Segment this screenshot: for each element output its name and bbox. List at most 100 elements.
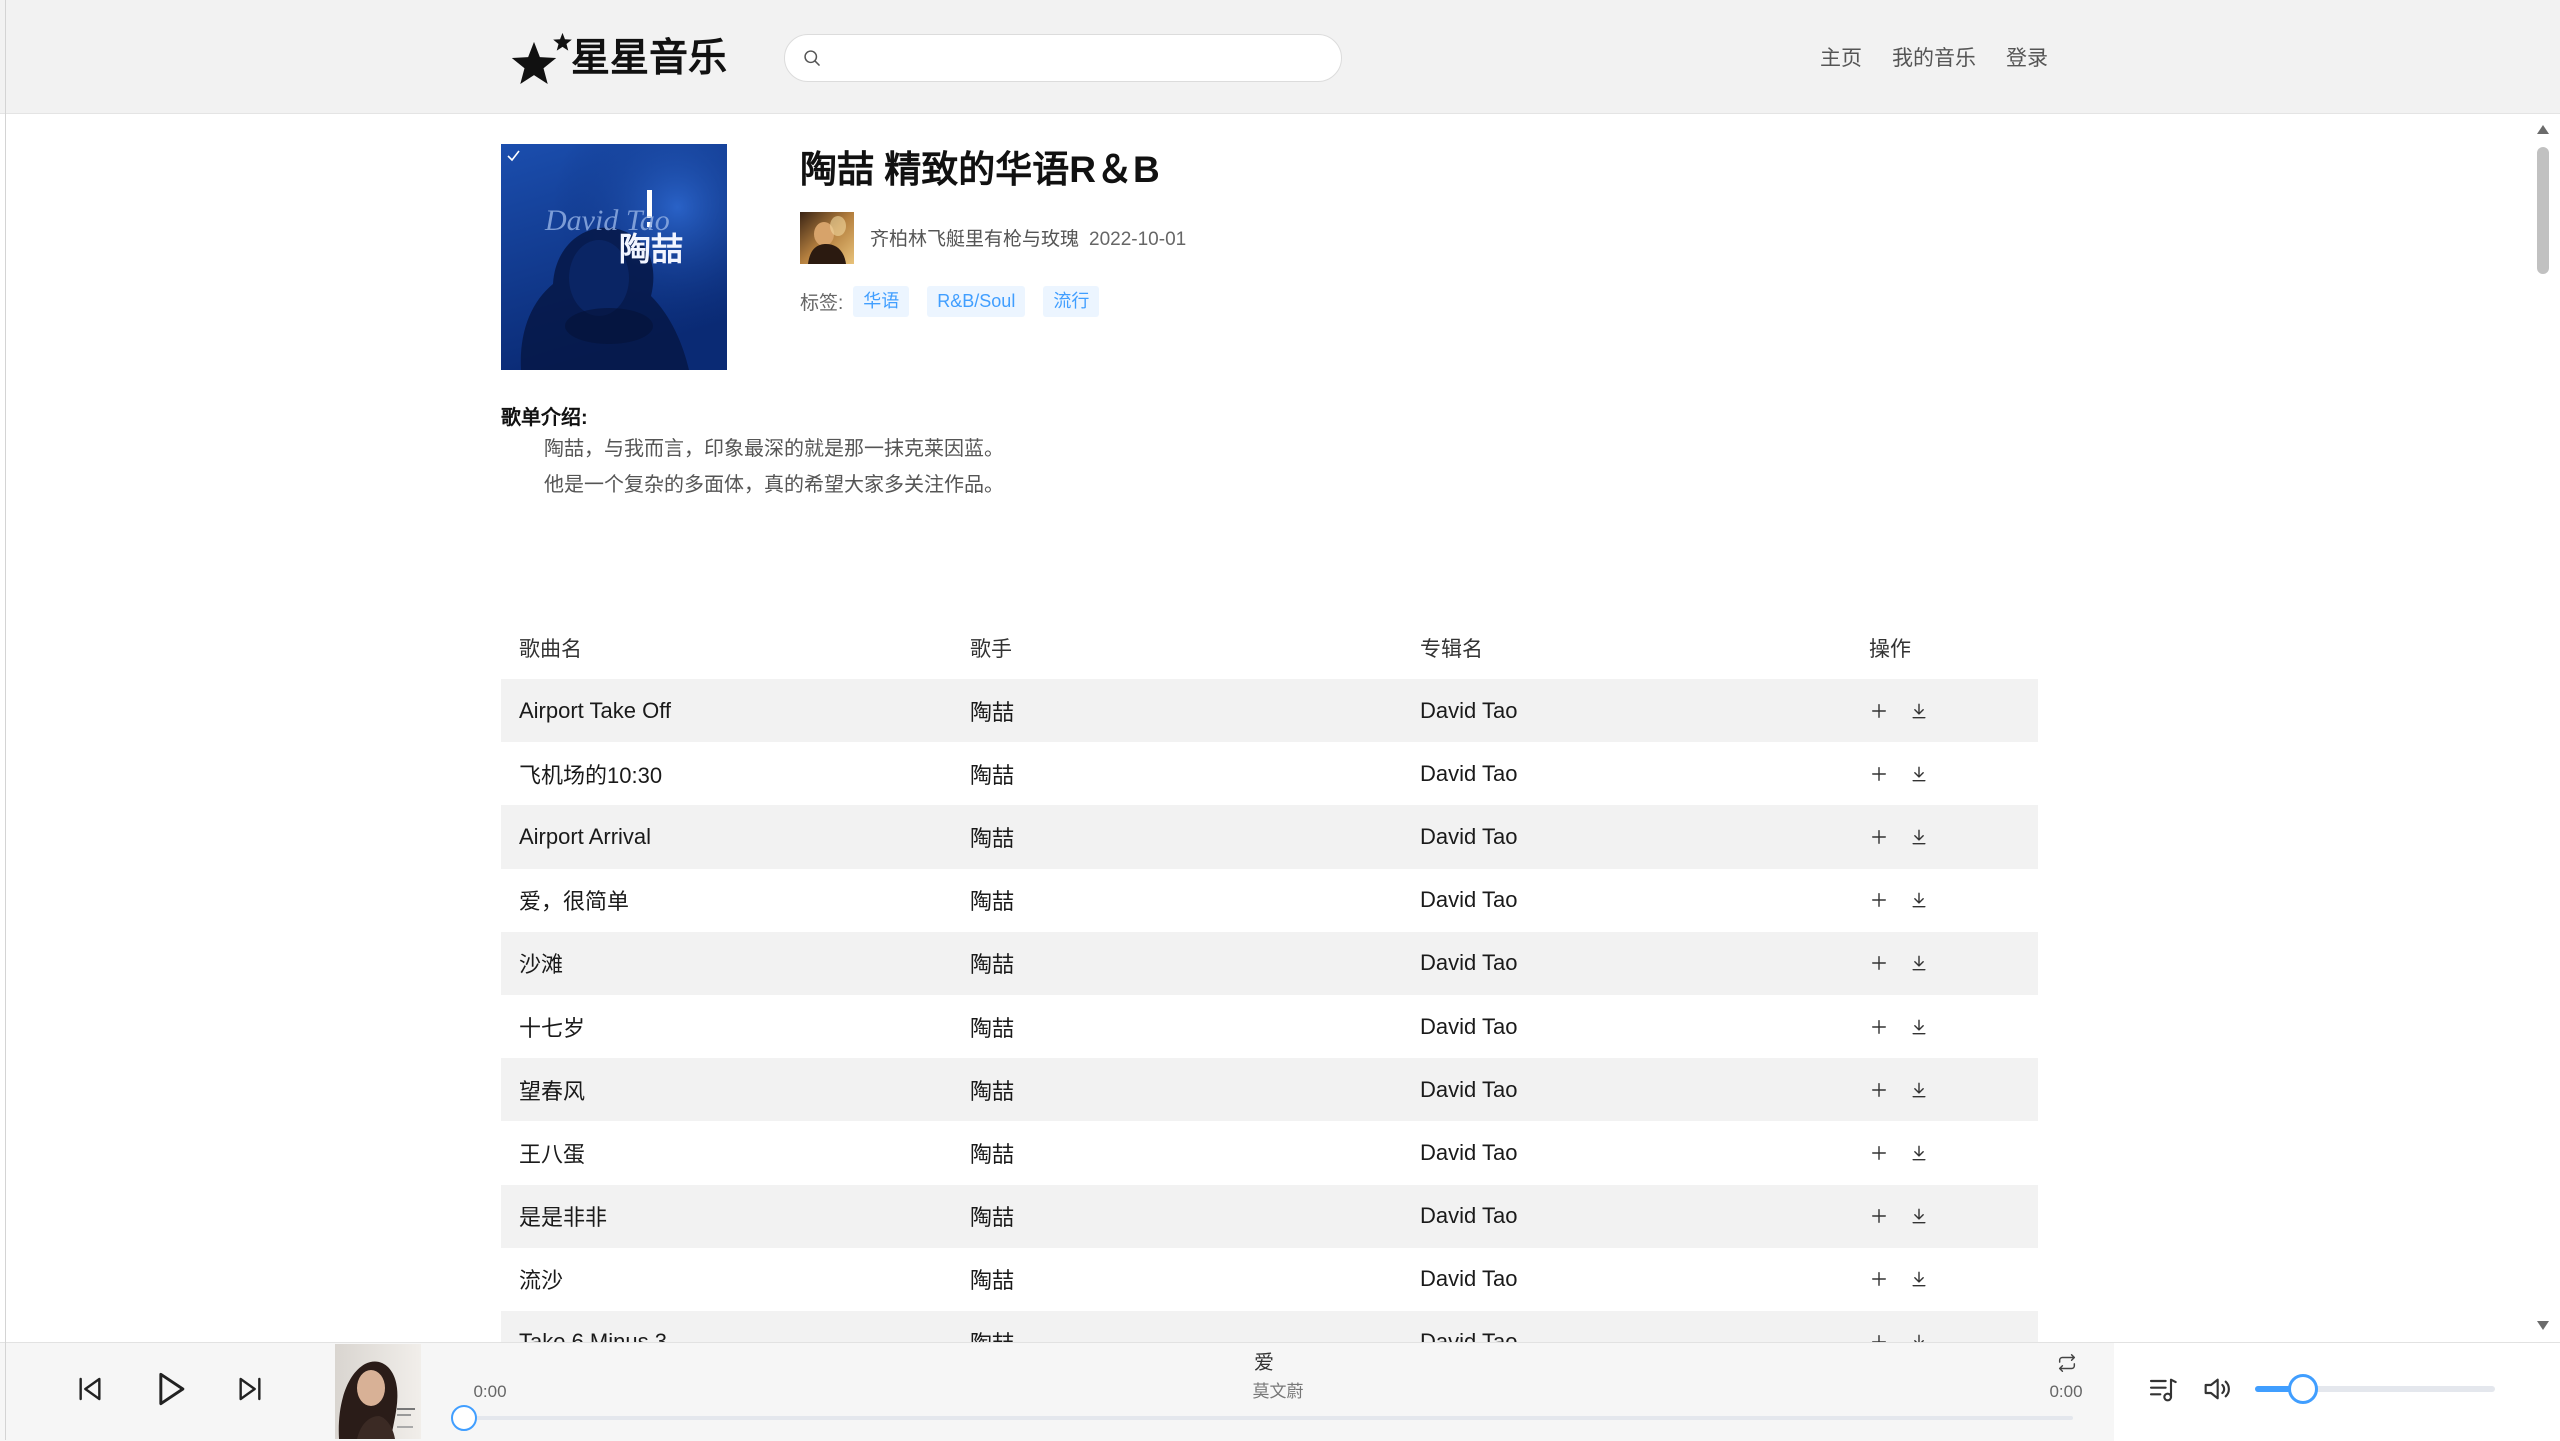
- previous-track-icon[interactable]: [74, 1373, 106, 1405]
- song-artist[interactable]: 陶喆: [952, 1074, 1402, 1106]
- column-header-album: 专辑名: [1420, 638, 1483, 661]
- add-icon[interactable]: [1869, 1206, 1889, 1226]
- song-name[interactable]: Airport Arrival: [501, 824, 952, 850]
- scrollbar-thumb[interactable]: [2537, 147, 2549, 274]
- add-icon[interactable]: [1869, 1143, 1889, 1163]
- song-name[interactable]: Take 6 Minus 3: [501, 1329, 952, 1342]
- song-artist[interactable]: 陶喆: [952, 695, 1402, 727]
- song-album[interactable]: David Tao: [1402, 1203, 1851, 1229]
- song-album[interactable]: David Tao: [1402, 824, 1851, 850]
- volume-slider[interactable]: [2255, 1374, 2495, 1404]
- song-artist[interactable]: 陶喆: [952, 1137, 1402, 1169]
- scroll-up-arrow[interactable]: [2537, 125, 2549, 134]
- song-album[interactable]: David Tao: [1402, 887, 1851, 913]
- song-artist[interactable]: 陶喆: [952, 1326, 1402, 1342]
- song-row[interactable]: Take 6 Minus 3陶喆David Tao: [501, 1310, 2038, 1342]
- nav-item-home[interactable]: 主页: [1820, 45, 1862, 73]
- volume-handle[interactable]: [2288, 1374, 2318, 1404]
- song-actions: [1851, 701, 2038, 721]
- nav-item-login[interactable]: 登录: [2006, 45, 2048, 73]
- add-icon[interactable]: [1869, 1269, 1889, 1289]
- song-row[interactable]: Airport Arrival 陶喆 David Tao: [501, 805, 2038, 869]
- add-icon[interactable]: [1869, 953, 1889, 973]
- song-name[interactable]: 王八蛋: [501, 1137, 952, 1169]
- search-icon[interactable]: [802, 48, 823, 69]
- add-icon[interactable]: [1869, 1080, 1889, 1100]
- scroll-down-arrow[interactable]: [2537, 1321, 2549, 1330]
- creator-avatar[interactable]: [800, 212, 854, 264]
- song-artist[interactable]: 陶喆: [952, 884, 1402, 916]
- song-album[interactable]: David Tao: [1402, 1140, 1851, 1166]
- song-album[interactable]: David Tao: [1402, 1329, 1851, 1342]
- song-artist[interactable]: 陶喆: [952, 1263, 1402, 1295]
- logo[interactable]: 星星音乐: [505, 30, 735, 88]
- add-icon[interactable]: [1869, 1017, 1889, 1037]
- song-name[interactable]: 飞机场的10:30: [501, 758, 952, 790]
- download-icon[interactable]: [1909, 890, 1929, 910]
- nav-item-my-music[interactable]: 我的音乐: [1892, 45, 1976, 73]
- add-icon[interactable]: [1869, 1332, 1889, 1342]
- progress-handle[interactable]: [451, 1405, 477, 1431]
- song-name[interactable]: Airport Take Off: [501, 698, 952, 724]
- song-actions: [1851, 1080, 2038, 1100]
- creator-name[interactable]: 齐柏林飞艇里有枪与玫瑰: [870, 226, 1079, 254]
- intro-line: 他是一个复杂的多面体，真的希望大家多关注作品。: [544, 474, 1004, 496]
- song-artist[interactable]: 陶喆: [952, 1011, 1402, 1043]
- tag-rnb-soul[interactable]: R&B/Soul: [927, 286, 1026, 317]
- song-row[interactable]: 爱，很简单 陶喆 David Tao: [501, 869, 2038, 932]
- song-row[interactable]: 望春风 陶喆 David Tao: [501, 1058, 2038, 1122]
- song-row[interactable]: 沙滩 陶喆 David Tao: [501, 931, 2038, 995]
- song-name[interactable]: 望春风: [501, 1074, 952, 1106]
- tag-chinese[interactable]: 华语: [853, 286, 910, 317]
- download-icon[interactable]: [1909, 764, 1929, 784]
- add-icon[interactable]: [1869, 764, 1889, 784]
- song-album[interactable]: David Tao: [1402, 698, 1851, 724]
- song-artist[interactable]: 陶喆: [952, 821, 1402, 853]
- song-album[interactable]: David Tao: [1402, 950, 1851, 976]
- song-row[interactable]: 十七岁 陶喆 David Tao: [501, 995, 2038, 1058]
- intro-line: 陶喆，与我而言，印象最深的就是那一抹克莱因蓝。: [544, 438, 1004, 460]
- add-icon[interactable]: [1869, 890, 1889, 910]
- next-track-icon[interactable]: [234, 1373, 266, 1405]
- play-icon[interactable]: [148, 1367, 192, 1411]
- song-row[interactable]: 王八蛋 陶喆 David Tao: [501, 1121, 2038, 1184]
- tag-pop[interactable]: 流行: [1043, 286, 1100, 317]
- progress-bar[interactable]: [451, 1405, 2073, 1431]
- song-row[interactable]: 流沙 陶喆 David Tao: [501, 1248, 2038, 1311]
- download-icon[interactable]: [1909, 1080, 1929, 1100]
- song-album[interactable]: David Tao: [1402, 1077, 1851, 1103]
- playlist-icon[interactable]: [2147, 1373, 2179, 1405]
- song-row[interactable]: 是是非非 陶喆 David Tao: [501, 1184, 2038, 1248]
- song-row[interactable]: 飞机场的10:30 陶喆 David Tao: [501, 742, 2038, 805]
- download-icon[interactable]: [1909, 953, 1929, 973]
- song-row[interactable]: Airport Take Off 陶喆 David Tao: [501, 679, 2038, 743]
- search-input[interactable]: [833, 41, 1323, 75]
- download-icon[interactable]: [1909, 701, 1929, 721]
- song-album[interactable]: David Tao: [1402, 1014, 1851, 1040]
- song-album[interactable]: David Tao: [1402, 1266, 1851, 1292]
- download-icon[interactable]: [1909, 1269, 1929, 1289]
- song-name[interactable]: 爱，很简单: [501, 884, 952, 916]
- column-header-song: 歌曲名: [519, 638, 582, 661]
- now-playing-artist[interactable]: 莫文蔚: [1253, 1380, 1304, 1404]
- add-icon[interactable]: [1869, 701, 1889, 721]
- song-name[interactable]: 是是非非: [501, 1200, 952, 1232]
- download-icon[interactable]: [1909, 1143, 1929, 1163]
- song-artist[interactable]: 陶喆: [952, 947, 1402, 979]
- song-name[interactable]: 十七岁: [501, 1011, 952, 1043]
- download-icon[interactable]: [1909, 1332, 1929, 1342]
- add-icon[interactable]: [1869, 827, 1889, 847]
- song-artist[interactable]: 陶喆: [952, 758, 1402, 790]
- search-box[interactable]: [784, 34, 1342, 82]
- download-icon[interactable]: [1909, 1206, 1929, 1226]
- song-name[interactable]: 流沙: [501, 1263, 952, 1295]
- now-playing-album-art[interactable]: [335, 1344, 421, 1439]
- table-header: 歌曲名 歌手 专辑名 操作: [501, 617, 2038, 679]
- download-icon[interactable]: [1909, 1017, 1929, 1037]
- repeat-icon[interactable]: [2056, 1352, 2078, 1374]
- volume-icon[interactable]: [2201, 1373, 2233, 1405]
- song-name[interactable]: 沙滩: [501, 947, 952, 979]
- song-album[interactable]: David Tao: [1402, 761, 1851, 787]
- song-artist[interactable]: 陶喆: [952, 1200, 1402, 1232]
- download-icon[interactable]: [1909, 827, 1929, 847]
